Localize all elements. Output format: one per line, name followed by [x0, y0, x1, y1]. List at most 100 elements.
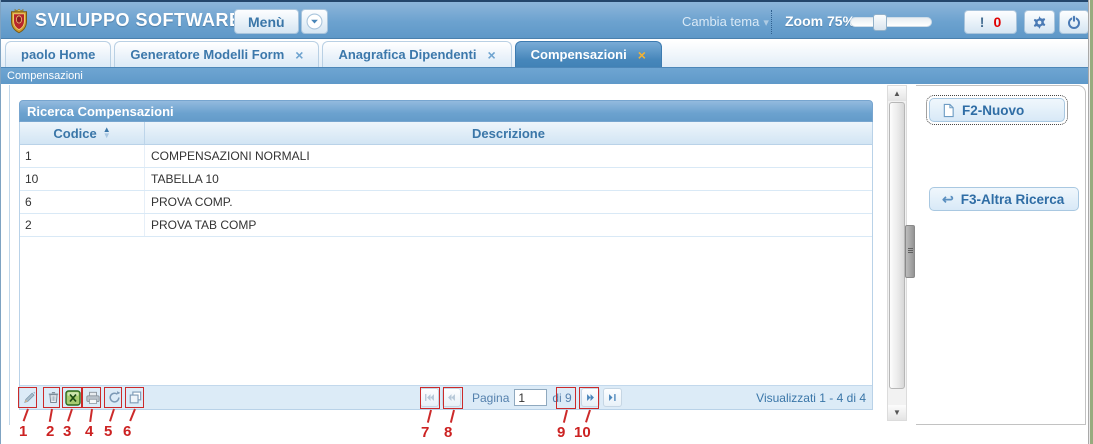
annotation-line	[129, 409, 136, 422]
scrollbar-grip-icon	[908, 248, 913, 249]
annotation-line	[427, 410, 432, 423]
results-grid: Codice ▲ ▼ Descrizione 1 COMPENSAZIONI N…	[19, 122, 873, 410]
annotation-line	[67, 409, 73, 422]
tab-anagrafica-dipendenti[interactable]: Anagrafica Dipendenti ×	[322, 41, 511, 67]
chevron-down-icon: ▾	[763, 17, 769, 29]
undo-arrow-icon: ↩	[942, 191, 954, 208]
button-label: F2-Nuovo	[962, 103, 1024, 118]
annotation-number-9: 9	[557, 424, 565, 441]
page-number-input[interactable]	[514, 389, 547, 406]
cell-codice: 1	[20, 145, 145, 167]
column-label: Descrizione	[472, 126, 545, 141]
cell-descrizione: TABELLA 10	[145, 168, 872, 190]
annotation-number-5: 5	[104, 423, 112, 440]
annotation-box-7	[420, 387, 440, 409]
panel-title: Ricerca Compensazioni	[19, 100, 873, 122]
vertical-scrollbar[interactable]: ▲ ▼	[887, 85, 907, 421]
cell-descrizione: COMPENSAZIONI NORMALI	[145, 145, 872, 167]
scrollbar-thumb[interactable]	[889, 102, 905, 389]
menu-dropdown-button[interactable]	[301, 9, 328, 34]
change-theme-label: Cambia tema	[682, 14, 759, 29]
column-header-codice[interactable]: Codice ▲ ▼	[20, 122, 145, 144]
annotation-line	[49, 409, 53, 422]
cell-codice: 2	[20, 214, 145, 236]
annotation-number-8: 8	[444, 424, 452, 441]
outer-scrollbar-thumb[interactable]	[905, 225, 915, 278]
menu-button[interactable]: Menù	[234, 9, 299, 34]
annotation-number-10: 10	[574, 424, 591, 441]
table-row[interactable]: 6 PROVA COMP.	[20, 191, 872, 214]
cell-descrizione: PROVA COMP.	[145, 191, 872, 213]
scroll-down-arrow-icon[interactable]: ▼	[888, 405, 906, 420]
search-results-panel: Ricerca Compensazioni Codice ▲ ▼ Descriz…	[19, 100, 873, 410]
tab-label: Compensazioni	[531, 47, 627, 62]
crest-logo-icon	[9, 8, 29, 35]
grid-header-row: Codice ▲ ▼ Descrizione	[20, 122, 872, 145]
actions-sidebar: F2-Nuovo ↩ F3-Altra Ricerca	[916, 85, 1086, 425]
zoom-slider-thumb[interactable]	[873, 14, 887, 31]
settings-button[interactable]	[1024, 10, 1055, 34]
annotation-line	[109, 409, 115, 422]
annotation-line	[563, 410, 568, 423]
zoom-slider[interactable]	[850, 17, 932, 27]
cell-descrizione: PROVA TAB COMP	[145, 214, 872, 236]
annotation-line	[585, 410, 591, 423]
alert-exclamation-icon: !	[980, 14, 985, 30]
annotation-line	[89, 409, 93, 422]
chevron-down-circle-icon	[306, 13, 323, 30]
tab-generatore-modelli-form[interactable]: Generatore Modelli Form ×	[114, 41, 319, 67]
cell-codice: 10	[20, 168, 145, 190]
power-icon	[1066, 14, 1082, 30]
gear-icon	[1032, 15, 1047, 30]
close-icon[interactable]: ×	[487, 50, 495, 60]
table-row[interactable]: 2 PROVA TAB COMP	[20, 214, 872, 237]
tab-paolo-home[interactable]: paolo Home	[5, 41, 111, 67]
f2-nuovo-button[interactable]: F2-Nuovo	[929, 98, 1065, 122]
header-divider	[771, 10, 772, 34]
annotation-box-2	[43, 387, 60, 408]
annotation-box-9	[556, 387, 576, 409]
column-header-descrizione[interactable]: Descrizione	[145, 122, 872, 144]
annotation-number-6: 6	[123, 423, 131, 440]
annotation-box-3	[62, 387, 82, 408]
tab-compensazioni[interactable]: Compensazioni ×	[515, 41, 662, 67]
annotation-number-2: 2	[46, 423, 54, 440]
annotation-line	[450, 410, 455, 423]
annotation-box-8	[443, 387, 463, 409]
application-window: SVILUPPO SOFTWARE Menù Cambia tema ▾ Zoom…	[0, 0, 1093, 444]
close-icon[interactable]: ×	[638, 50, 646, 60]
records-status: Visualizzati 1 - 4 di 4	[756, 391, 866, 405]
tab-label: Anagrafica Dipendenti	[338, 47, 476, 62]
close-icon[interactable]: ×	[295, 50, 303, 60]
logout-button[interactable]	[1059, 10, 1089, 34]
new-document-icon	[942, 103, 955, 118]
annotation-box-1	[18, 387, 37, 408]
annotation-box-10	[579, 387, 599, 409]
annotation-number-4: 4	[85, 423, 93, 440]
annotation-line	[23, 409, 29, 422]
f3-altra-ricerca-button[interactable]: ↩ F3-Altra Ricerca	[929, 187, 1079, 211]
last-page-button[interactable]	[603, 388, 622, 407]
sort-desc-icon: ▼	[103, 133, 111, 139]
sort-icon: ▲ ▼	[103, 127, 111, 139]
last-page-icon	[607, 392, 618, 403]
tab-label: paolo Home	[21, 47, 95, 62]
column-label: Codice	[53, 126, 96, 141]
table-row[interactable]: 10 TABELLA 10	[20, 168, 872, 191]
annotation-number-7: 7	[421, 424, 429, 441]
app-title: SVILUPPO SOFTWARE	[35, 10, 242, 31]
annotation-box-5	[104, 387, 122, 408]
cell-codice: 6	[20, 191, 145, 213]
zoom-level-label: Zoom 75%	[785, 13, 855, 29]
breadcrumb: Compensazioni	[1, 67, 1091, 84]
change-theme-menu[interactable]: Cambia tema ▾	[682, 14, 769, 29]
scroll-up-arrow-icon[interactable]: ▲	[888, 86, 906, 101]
grid-empty-area	[20, 237, 872, 385]
alerts-button[interactable]: ! 0	[964, 10, 1017, 34]
app-header: SVILUPPO SOFTWARE Menù Cambia tema ▾ Zoom…	[1, 0, 1091, 39]
annotation-box-4	[82, 387, 101, 408]
table-row[interactable]: 1 COMPENSAZIONI NORMALI	[20, 145, 872, 168]
alert-count-badge: 0	[993, 14, 1001, 30]
tab-label: Generatore Modelli Form	[130, 47, 284, 62]
annotation-number-3: 3	[63, 423, 71, 440]
